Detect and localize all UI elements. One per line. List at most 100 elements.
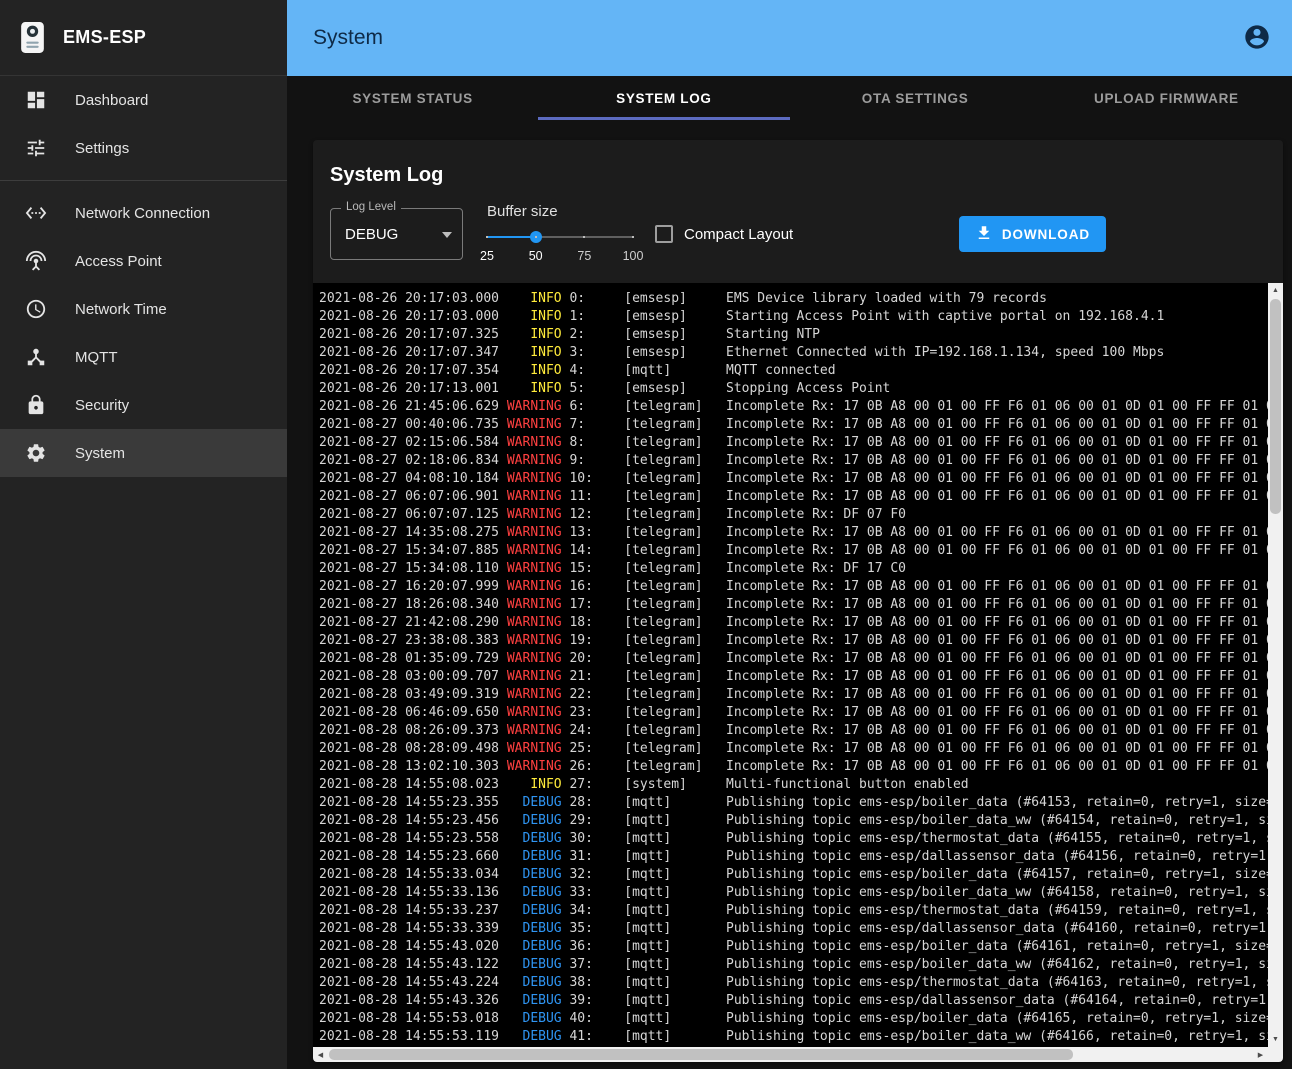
buffer-size-control: Buffer size 255075100 [487, 203, 633, 265]
sidebar-item-label: Network Connection [75, 205, 210, 222]
sidebar-item-access-point[interactable]: Access Point [0, 237, 287, 285]
log-line: 2021-08-28 08:26:09.373 WARNING 24: [tel… [319, 722, 1268, 740]
log-line: 2021-08-27 18:26:08.340 WARNING 17: [tel… [319, 596, 1268, 614]
log-line: 2021-08-28 14:55:33.034 DEBUG 32: [mqtt]… [319, 866, 1268, 884]
log-level-value: DEBUG [345, 226, 398, 243]
download-icon [975, 224, 993, 245]
scroll-down-arrow-icon[interactable]: ▼ [1268, 1032, 1283, 1047]
log-line: 2021-08-28 06:46:09.650 WARNING 23: [tel… [319, 704, 1268, 722]
log-line: 2021-08-27 02:18:06.834 WARNING 9: [tele… [319, 452, 1268, 470]
vertical-scrollbar[interactable]: ▲ ▼ [1268, 283, 1283, 1047]
log-line: 2021-08-28 14:55:23.558 DEBUG 30: [mqtt]… [319, 830, 1268, 848]
log-line: 2021-08-27 00:40:06.735 WARNING 7: [tele… [319, 416, 1268, 434]
tab-upload-firmware[interactable]: UPLOAD FIRMWARE [1041, 76, 1292, 120]
chevron-down-icon [442, 232, 452, 238]
scrollbar-corner [1268, 1047, 1283, 1062]
tab-system-log[interactable]: SYSTEM LOG [538, 76, 789, 120]
scroll-up-arrow-icon[interactable]: ▲ [1268, 283, 1283, 298]
log-line: 2021-08-26 21:45:06.629 WARNING 6: [tele… [319, 398, 1268, 416]
tab-system-status[interactable]: SYSTEM STATUS [287, 76, 538, 120]
log-line: 2021-08-28 13:02:10.303 WARNING 26: [tel… [319, 758, 1268, 776]
log-line: 2021-08-27 21:42:08.290 WARNING 18: [tel… [319, 614, 1268, 632]
sidebar-item-mqtt[interactable]: MQTT [0, 333, 287, 381]
buffer-size-label: Buffer size [487, 203, 633, 220]
app-root: EMS-ESP Dashboard Settings Network Connect… [0, 0, 1292, 1069]
log-line: 2021-08-27 02:15:06.584 WARNING 8: [tele… [319, 434, 1268, 452]
buffer-size-slider[interactable] [487, 230, 633, 244]
log-line: 2021-08-27 14:35:08.275 WARNING 13: [tel… [319, 524, 1268, 542]
log-line: 2021-08-26 20:17:07.354 INFO 4: [mqtt] M… [319, 362, 1268, 380]
sidebar-item-label: Security [75, 397, 129, 414]
slider-mark-label: 75 [577, 249, 591, 263]
log-line: 2021-08-28 14:55:43.122 DEBUG 37: [mqtt]… [319, 956, 1268, 974]
horizontal-scrollbar-thumb[interactable] [329, 1049, 1073, 1060]
log-line: 2021-08-28 14:55:43.326 DEBUG 39: [mqtt]… [319, 992, 1268, 1010]
page-title: System [313, 26, 383, 50]
lock-icon [25, 394, 47, 416]
app-title: EMS-ESP [63, 27, 146, 48]
compact-layout-label: Compact Layout [684, 226, 793, 243]
system-log-panel: System Log Log Level DEBUG Buffer size 2… [313, 140, 1283, 1062]
horizontal-scrollbar[interactable]: ◀ ▶ [313, 1047, 1268, 1062]
log-line: 2021-08-27 04:08:10.184 WARNING 10: [tel… [319, 470, 1268, 488]
sidebar-item-settings[interactable]: Settings [0, 124, 287, 172]
log-line: 2021-08-26 20:17:07.347 INFO 3: [emsesp]… [319, 344, 1268, 362]
log-line: 2021-08-26 20:17:03.000 INFO 1: [emsesp]… [319, 308, 1268, 326]
sidebar-item-system[interactable]: System [0, 429, 287, 477]
log-line: 2021-08-28 14:55:33.136 DEBUG 33: [mqtt]… [319, 884, 1268, 902]
panel-title: System Log [330, 164, 1283, 187]
sidebar-item-label: System [75, 445, 125, 462]
tab-indicator [538, 117, 789, 120]
log-level-label: Log Level [341, 201, 401, 213]
log-line: 2021-08-28 01:35:09.729 WARNING 20: [tel… [319, 650, 1268, 668]
slider-mark-dot [583, 236, 585, 238]
slider-mark-dot [632, 236, 634, 238]
device-hub-icon [25, 346, 47, 368]
slider-mark-label: 50 [529, 249, 543, 263]
antenna-icon [25, 250, 47, 272]
slider-fill [487, 236, 536, 238]
log-line: 2021-08-27 16:20:07.999 WARNING 16: [tel… [319, 578, 1268, 596]
checkbox-box[interactable] [655, 225, 673, 243]
log-line: 2021-08-26 20:17:07.325 INFO 2: [emsesp]… [319, 326, 1268, 344]
log-level-select[interactable]: Log Level DEBUG [330, 208, 463, 260]
log-lines[interactable]: 2021-08-26 20:17:03.000 INFO 0: [emsesp]… [313, 283, 1268, 1047]
compact-layout-checkbox[interactable]: Compact Layout [655, 225, 793, 243]
sidebar-item-dashboard[interactable]: Dashboard [0, 76, 287, 124]
download-button-label: DOWNLOAD [1002, 227, 1090, 242]
sidebar-item-network-time[interactable]: Network Time [0, 285, 287, 333]
appbar: System [287, 0, 1292, 76]
sidebar-item-security[interactable]: Security [0, 381, 287, 429]
tab-bar: SYSTEM STATUS SYSTEM LOG OTA SETTINGS UPLOA… [287, 76, 1292, 120]
tab-label: UPLOAD FIRMWARE [1094, 91, 1239, 106]
scroll-left-arrow-icon[interactable]: ◀ [313, 1047, 328, 1062]
log-line: 2021-08-27 15:34:08.110 WARNING 15: [tel… [319, 560, 1268, 578]
download-button[interactable]: DOWNLOAD [959, 216, 1106, 252]
log-line: 2021-08-26 20:17:03.000 INFO 0: [emsesp]… [319, 290, 1268, 308]
gear-icon [25, 442, 47, 464]
sidebar-header: EMS-ESP [0, 0, 287, 76]
vertical-scrollbar-thumb[interactable] [1270, 299, 1281, 514]
ems-esp-logo [20, 21, 45, 54]
tab-label: OTA SETTINGS [862, 91, 969, 106]
tab-ota-settings[interactable]: OTA SETTINGS [790, 76, 1041, 120]
dashboard-icon [25, 89, 47, 111]
sidebar-nav: Dashboard Settings Network Connection Acces… [0, 76, 287, 477]
sidebar-item-label: Dashboard [75, 92, 148, 109]
sidebar-item-label: Access Point [75, 253, 162, 270]
sidebar-item-label: Network Time [75, 301, 167, 318]
account-button[interactable] [1242, 23, 1272, 53]
log-line: 2021-08-28 14:55:23.456 DEBUG 29: [mqtt]… [319, 812, 1268, 830]
log-line: 2021-08-28 14:55:33.237 DEBUG 34: [mqtt]… [319, 902, 1268, 920]
sidebar-item-label: MQTT [75, 349, 118, 366]
log-line: 2021-08-28 14:55:53.018 DEBUG 40: [mqtt]… [319, 1010, 1268, 1028]
tab-label: SYSTEM STATUS [352, 91, 472, 106]
log-line: 2021-08-27 23:38:08.383 WARNING 19: [tel… [319, 632, 1268, 650]
slider-mark-label: 25 [480, 249, 494, 263]
log-line: 2021-08-28 14:55:53.119 DEBUG 41: [mqtt]… [319, 1028, 1268, 1046]
log-line: 2021-08-28 14:55:23.355 DEBUG 28: [mqtt]… [319, 794, 1268, 812]
sidebar-item-network-connection[interactable]: Network Connection [0, 189, 287, 237]
scroll-right-arrow-icon[interactable]: ▶ [1253, 1047, 1268, 1062]
log-line: 2021-08-28 14:55:08.023 INFO 27: [system… [319, 776, 1268, 794]
slider-mark-dot [486, 236, 488, 238]
